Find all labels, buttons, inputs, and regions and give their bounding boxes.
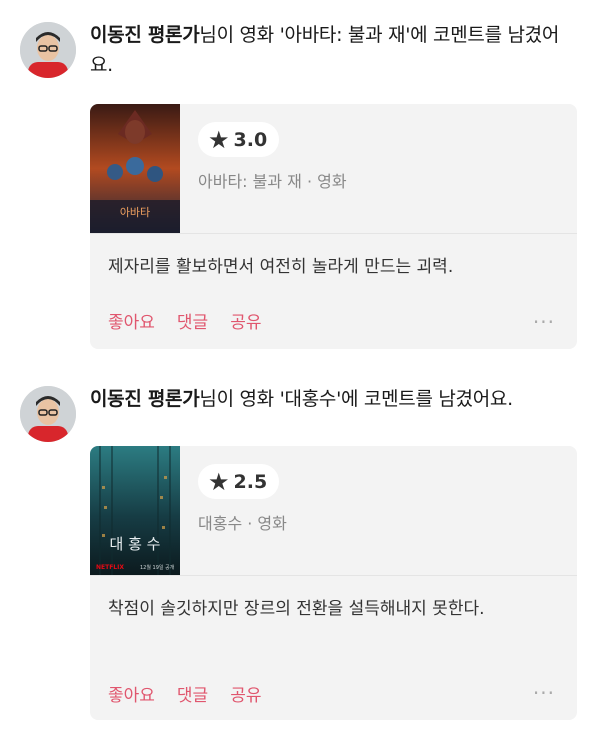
action-bar: 좋아요 댓글 공유: [108, 308, 261, 333]
star-icon: ★: [208, 125, 230, 154]
like-button[interactable]: 좋아요: [108, 308, 155, 333]
star-icon: ★: [208, 467, 230, 496]
movie-name[interactable]: 아바타: 불과 재: [285, 24, 406, 46]
divider: [90, 575, 577, 576]
like-button[interactable]: 좋아요: [108, 681, 155, 706]
user-name[interactable]: 이동진 평론가: [90, 388, 200, 410]
movie-poster[interactable]: 아바타: [90, 104, 180, 233]
comment-card[interactable]: 아바타 ★ 3.0 아바타: 불과 재 · 영화 제자리를 활보하면서 여전히 …: [90, 104, 577, 349]
movie-name[interactable]: 대홍수: [285, 388, 337, 410]
reply-button[interactable]: 댓글: [177, 681, 208, 706]
avatar[interactable]: [20, 386, 76, 442]
poster-title: 아바타: [120, 206, 150, 219]
movie-poster[interactable]: 대 홍 수 NETFLIX 12월 19일 공개: [90, 446, 180, 575]
movie-meta: 대홍수 · 영화: [198, 514, 287, 533]
share-button[interactable]: 공유: [230, 681, 261, 706]
activity-headline: 이동진 평론가님이 영화 '대홍수'에 코멘트를 남겼어요.: [90, 384, 575, 414]
comment-text: 착점이 솔깃하지만 장르의 전환을 설득해내지 못한다.: [108, 599, 485, 619]
poster-title: 대 홍 수: [110, 535, 161, 553]
activity-headline: 이동진 평론가님이 영화 '아바타: 불과 재'에 코멘트를 남겼어요.: [90, 20, 575, 80]
more-options-icon[interactable]: ···: [533, 683, 555, 703]
rating-badge: ★ 2.5: [198, 464, 280, 499]
comment-text: 제자리를 활보하면서 여전히 놀라게 만드는 괴력.: [108, 257, 454, 277]
movie-meta: 아바타: 불과 재 · 영화: [198, 172, 347, 191]
user-name[interactable]: 이동진 평론가: [90, 24, 200, 46]
action-text: '에 코멘트를 남겼어요.: [336, 388, 513, 410]
rating-badge: ★ 3.0: [198, 122, 280, 157]
more-options-icon[interactable]: ···: [533, 312, 555, 332]
poster-brand: NETFLIX: [96, 564, 124, 571]
comment-card[interactable]: 대 홍 수 NETFLIX 12월 19일 공개 ★ 2.5 대홍수 · 영화 …: [90, 446, 577, 720]
reply-button[interactable]: 댓글: [177, 308, 208, 333]
rating-value: 2.5: [233, 470, 268, 493]
action-text: 님이 영화 ': [199, 24, 285, 46]
avatar[interactable]: [20, 22, 76, 78]
activity-feed: 이동진 평론가님이 영화 '아바타: 불과 재'에 코멘트를 남겼어요. 아바타…: [0, 0, 600, 741]
divider: [90, 233, 577, 234]
poster-date: 12월 19일 공개: [140, 564, 175, 571]
action-bar: 좋아요 댓글 공유: [108, 681, 261, 706]
action-text: 님이 영화 ': [199, 388, 285, 410]
share-button[interactable]: 공유: [230, 308, 261, 333]
rating-value: 3.0: [233, 128, 268, 151]
